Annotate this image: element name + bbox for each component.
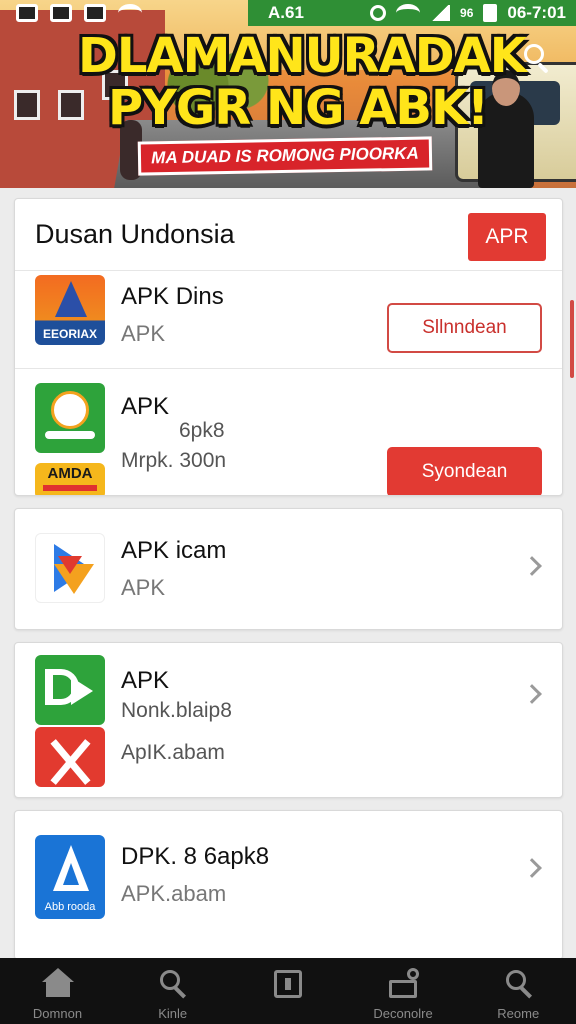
scroll-indicator[interactable] bbox=[570, 300, 574, 378]
status-time-left: A.61 bbox=[268, 3, 304, 22]
list-item[interactable]: APK icam APK bbox=[14, 508, 563, 630]
search-icon bbox=[502, 968, 536, 1000]
battery-percent: 96 bbox=[460, 6, 474, 20]
search-icon bbox=[156, 968, 190, 1000]
nav-item-tray[interactable]: Deconolre bbox=[346, 958, 461, 1024]
app-meta: 6pk8 bbox=[179, 419, 225, 442]
app-icon: EEORIAX bbox=[35, 275, 105, 345]
app-name: APK Dins bbox=[121, 283, 224, 310]
banner-strip: MA DUAD IS ROMONG PIOORKA bbox=[137, 136, 433, 176]
app-subtitle: APK bbox=[121, 321, 166, 346]
nav-item-search-2[interactable]: Reome bbox=[461, 958, 576, 1024]
cell-signal-icon bbox=[430, 5, 451, 21]
search-icon[interactable] bbox=[520, 42, 556, 78]
bottom-nav: Domnon Kinle Deconolre Reome bbox=[0, 958, 576, 1024]
list-item[interactable]: Abb rooda DPK. 8 6apk8 APK.abam bbox=[14, 810, 563, 960]
nav-item-box[interactable] bbox=[230, 958, 345, 1024]
app-meta: Nonk.blaip8 bbox=[121, 699, 232, 722]
nav-label: Deconolre bbox=[373, 1006, 433, 1021]
nav-label: Domnon bbox=[32, 1006, 83, 1021]
app-subtitle: Mrpk. 300n bbox=[121, 449, 227, 472]
app-subtitle: APK bbox=[121, 575, 166, 600]
app-name: APK icam bbox=[121, 537, 227, 564]
app-name: APK bbox=[121, 667, 170, 694]
image-icon bbox=[50, 4, 72, 22]
app-subtitle: APK.abam bbox=[121, 881, 227, 906]
nav-label: Reome bbox=[497, 1006, 540, 1021]
download-icon bbox=[84, 4, 106, 22]
nav-item-search[interactable]: Kinle bbox=[115, 958, 230, 1024]
box-icon bbox=[271, 968, 305, 1000]
app-subtitle: ApIK.abam bbox=[121, 741, 225, 764]
featured-card-header: Dusan Undonsia APR bbox=[15, 199, 562, 271]
download-button[interactable]: Sllnndean bbox=[387, 303, 542, 353]
wifi-signal-icon bbox=[396, 4, 421, 22]
list-item[interactable]: APK Nonk.blaip8 ApIK.abam bbox=[14, 642, 563, 798]
featured-card: Dusan Undonsia APR EEORIAX APK Dins APK … bbox=[14, 198, 563, 496]
nav-label: Kinle bbox=[158, 1006, 188, 1021]
status-bar: A.61 96 06-7:01 bbox=[0, 0, 576, 28]
card-title: Dusan Undonsia bbox=[35, 219, 235, 249]
app-badge-icon: AMDA bbox=[35, 463, 105, 495]
notification-icon bbox=[16, 4, 38, 22]
tray-icon bbox=[387, 968, 421, 1000]
apr-button[interactable]: APR bbox=[468, 213, 546, 261]
battery-icon bbox=[483, 4, 498, 22]
app-name: DPK. 8 6apk8 bbox=[121, 843, 270, 870]
home-icon bbox=[41, 968, 75, 1000]
alarm-icon bbox=[370, 5, 387, 21]
wifi-icon bbox=[118, 4, 142, 22]
banner-headline: DLAMANURADAK PYGR NG ABK! bbox=[78, 28, 527, 136]
promo-banner[interactable]: DLAMANURADAK PYGR NG ABK! MA DUAD IS ROM… bbox=[0, 0, 576, 188]
list-item[interactable]: AMDA APK 6pk8 Mrpk. 300n Syondean bbox=[15, 371, 562, 495]
download-button[interactable]: Syondean bbox=[387, 447, 542, 495]
status-time-right: 06-7:01 bbox=[507, 3, 566, 22]
nav-item-home[interactable]: Domnon bbox=[0, 958, 115, 1024]
app-icon bbox=[35, 383, 105, 453]
list-item[interactable]: EEORIAX APK Dins APK Sllnndean bbox=[15, 271, 562, 369]
app-name: APK bbox=[121, 393, 170, 420]
